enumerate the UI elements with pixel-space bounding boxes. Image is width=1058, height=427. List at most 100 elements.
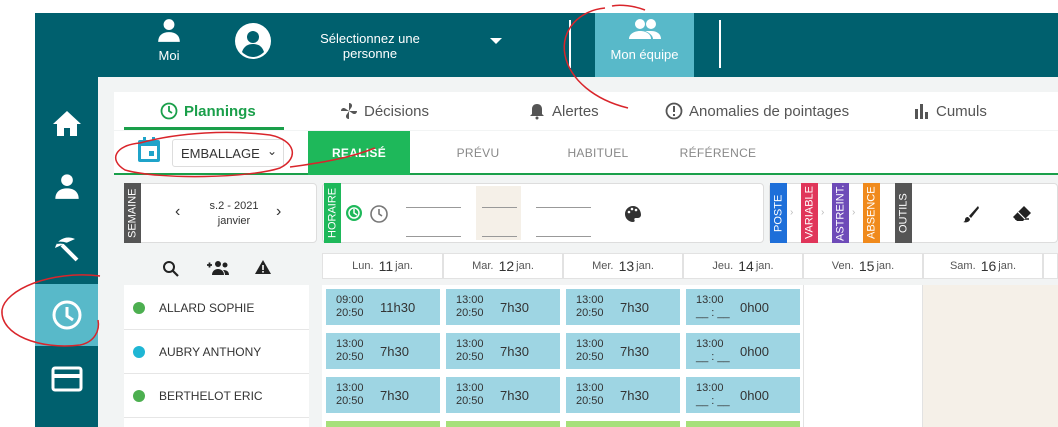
absence-label[interactable]: ABSENCE bbox=[863, 183, 880, 243]
shift-start: 13:00 bbox=[456, 338, 484, 350]
credit-card-icon bbox=[51, 366, 82, 392]
account-circle-icon[interactable] bbox=[235, 23, 271, 59]
next-row-shift[interactable] bbox=[326, 421, 440, 427]
chevron-down-icon[interactable] bbox=[490, 38, 502, 44]
shift-duration: 7h30 bbox=[380, 344, 409, 359]
clock-filled-icon[interactable] bbox=[345, 204, 363, 222]
shift-cell[interactable]: 13:00 20:50 7h30 bbox=[566, 377, 680, 413]
employee-row[interactable]: ALLARD SOPHIE bbox=[124, 286, 309, 330]
tab-cumuls[interactable]: Cumuls bbox=[914, 92, 987, 130]
shift-start: 13:00 bbox=[576, 294, 604, 306]
shift-start: 13:00 bbox=[576, 382, 604, 394]
shift-cell[interactable]: 13:00 20:50 7h30 bbox=[326, 333, 440, 369]
day-num: 12 bbox=[498, 258, 515, 274]
poste-label[interactable]: POSTE bbox=[770, 183, 787, 243]
status-dot bbox=[133, 345, 145, 358]
shift-times: 09:00 20:50 bbox=[336, 294, 364, 320]
shift-end: __ : __ bbox=[696, 307, 730, 319]
clock-icon[interactable] bbox=[369, 204, 389, 224]
palette-icon[interactable] bbox=[624, 205, 642, 223]
shift-cell[interactable]: 13:00 20:50 7h30 bbox=[566, 289, 680, 325]
divider bbox=[569, 20, 571, 68]
shift-cell[interactable]: 13:00 __ : __ 0h00 bbox=[686, 289, 800, 325]
day-header-sat[interactable]: Sam. 16 jan. bbox=[923, 253, 1043, 279]
chevron-right-icon: › bbox=[821, 207, 825, 218]
shift-cell[interactable]: 13:00 __ : __ 0h00 bbox=[686, 333, 800, 369]
time-field-6[interactable] bbox=[536, 236, 591, 237]
shift-cell[interactable]: 13:00 20:50 7h30 bbox=[446, 289, 560, 325]
shift-cell[interactable]: 13:00 20:50 7h30 bbox=[326, 377, 440, 413]
next-row-shift[interactable] bbox=[446, 421, 560, 427]
shift-duration: 7h30 bbox=[500, 388, 529, 403]
calendar-icon[interactable] bbox=[137, 137, 161, 163]
day-header-fri[interactable]: Ven. 15 jan. bbox=[803, 253, 923, 279]
day-header-mon[interactable]: Lun. 11 jan. bbox=[322, 253, 443, 279]
day-header-next bbox=[1043, 253, 1058, 279]
day-month: jan. bbox=[636, 260, 654, 272]
employee-row[interactable]: AUBRY ANTHONY bbox=[124, 330, 309, 374]
employee-name: BERTHELOT ERIC bbox=[159, 388, 263, 403]
mon-equipe-tab[interactable]: Mon équipe bbox=[595, 13, 694, 77]
shift-cell[interactable]: 13:00 20:50 7h30 bbox=[446, 333, 560, 369]
warning-icon[interactable] bbox=[254, 259, 272, 275]
shift-end: 20:50 bbox=[336, 395, 364, 407]
week-line2: janvier bbox=[217, 215, 251, 227]
home-icon bbox=[52, 111, 81, 136]
sidebar-card[interactable] bbox=[35, 348, 98, 410]
shift-duration: 0h00 bbox=[740, 388, 769, 403]
next-week-button[interactable]: › bbox=[276, 203, 281, 221]
sidebar-vacation[interactable] bbox=[35, 218, 98, 280]
day-month: jan. bbox=[395, 260, 413, 272]
add-group-icon[interactable] bbox=[206, 260, 230, 276]
weekend-column bbox=[922, 285, 1058, 427]
time-field-3[interactable] bbox=[482, 207, 517, 208]
subtab-reference[interactable]: RÉFÉRENCE bbox=[668, 131, 768, 175]
day-header-thu[interactable]: Jeu. 14 jan. bbox=[683, 253, 803, 279]
brush-icon[interactable] bbox=[962, 205, 980, 223]
shift-times: 13:00 __ : __ bbox=[696, 338, 730, 364]
time-field-4[interactable] bbox=[482, 236, 517, 237]
astreinte-label[interactable]: ASTREINT. bbox=[832, 183, 849, 243]
eraser-icon[interactable] bbox=[1012, 205, 1032, 223]
next-row-shift[interactable] bbox=[686, 421, 800, 427]
employee-row[interactable]: BERTHELOT ERIC bbox=[124, 374, 309, 418]
time-field-2[interactable] bbox=[406, 236, 461, 237]
shift-end: 20:50 bbox=[576, 351, 604, 363]
chevron-down-icon: ⌄ bbox=[266, 144, 277, 158]
search-icon[interactable] bbox=[162, 260, 180, 278]
tab-label: Cumuls bbox=[936, 102, 987, 120]
sidebar-home[interactable] bbox=[35, 92, 98, 154]
next-row-shift[interactable] bbox=[566, 421, 680, 427]
person-select[interactable]: Sélectionnez une personne bbox=[305, 31, 435, 61]
variable-label[interactable]: VARIABLE bbox=[801, 183, 818, 243]
day-header-wed[interactable]: Mer. 13 jan. bbox=[563, 253, 683, 279]
day-month: jan. bbox=[516, 260, 534, 272]
team-select[interactable]: EMBALLAGE ⌄ bbox=[172, 139, 284, 167]
employee-name: ALLARD SOPHIE bbox=[159, 300, 255, 315]
moi-button[interactable]: Moi bbox=[147, 17, 191, 63]
tab-decisions[interactable]: Décisions bbox=[340, 92, 429, 130]
shift-times: 13:00 __ : __ bbox=[696, 382, 730, 408]
shift-cell[interactable]: 13:00 20:50 7h30 bbox=[566, 333, 680, 369]
tab-anomalies[interactable]: Anomalies de pointages bbox=[665, 92, 849, 130]
tab-label: Alertes bbox=[552, 102, 599, 120]
shift-cell[interactable]: 13:00 20:50 7h30 bbox=[446, 377, 560, 413]
sidebar-profile[interactable] bbox=[35, 155, 98, 217]
divider bbox=[803, 285, 804, 427]
day-header-tue[interactable]: Mar. 12 jan. bbox=[443, 253, 563, 279]
subtab-habituel[interactable]: HABITUEL bbox=[548, 131, 648, 175]
subtab-realise[interactable]: REALISÉ bbox=[308, 131, 410, 175]
tab-plannings[interactable]: Plannings bbox=[160, 92, 256, 130]
shift-cell[interactable]: 09:00 20:50 11h30 bbox=[326, 289, 440, 325]
shift-cell[interactable]: 13:00 __ : __ 0h00 bbox=[686, 377, 800, 413]
prev-week-button[interactable]: ‹ bbox=[175, 203, 180, 221]
subtab-prevu[interactable]: PRÉVU bbox=[428, 131, 528, 175]
time-field-1[interactable] bbox=[406, 207, 461, 208]
shift-end: 20:50 bbox=[456, 351, 484, 363]
sidebar-planning[interactable] bbox=[35, 284, 98, 346]
moi-label: Moi bbox=[158, 48, 180, 63]
status-dot bbox=[133, 389, 145, 402]
time-field-5[interactable] bbox=[536, 207, 591, 208]
tab-label: Plannings bbox=[184, 102, 256, 120]
tab-alertes[interactable]: Alertes bbox=[528, 92, 599, 130]
